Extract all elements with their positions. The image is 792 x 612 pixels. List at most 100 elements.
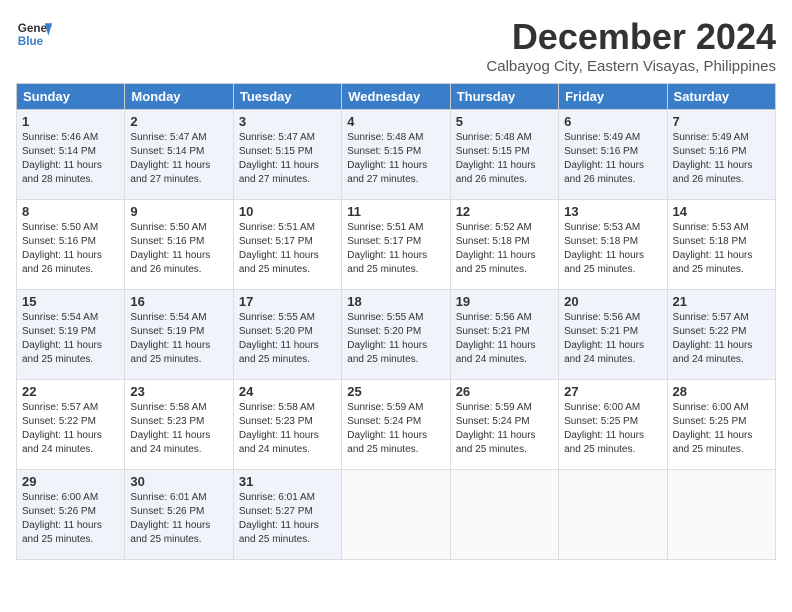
calendar-table: Sunday Monday Tuesday Wednesday Thursday…	[16, 83, 776, 560]
calendar-cell: 11 Sunrise: 5:51 AM Sunset: 5:17 PM Dayl…	[342, 200, 450, 290]
day-number: 15	[22, 294, 119, 309]
calendar-cell: 12 Sunrise: 5:52 AM Sunset: 5:18 PM Dayl…	[450, 200, 558, 290]
day-number: 11	[347, 204, 444, 219]
day-number: 1	[22, 114, 119, 129]
calendar-cell: 25 Sunrise: 5:59 AM Sunset: 5:24 PM Dayl…	[342, 380, 450, 470]
day-number: 25	[347, 384, 444, 399]
calendar-cell: 27 Sunrise: 6:00 AM Sunset: 5:25 PM Dayl…	[559, 380, 667, 470]
day-number: 8	[22, 204, 119, 219]
calendar-cell: 2 Sunrise: 5:47 AM Sunset: 5:14 PM Dayli…	[125, 110, 233, 200]
calendar-cell: 10 Sunrise: 5:51 AM Sunset: 5:17 PM Dayl…	[233, 200, 341, 290]
day-number: 27	[564, 384, 661, 399]
day-info: Sunrise: 5:47 AM Sunset: 5:14 PM Dayligh…	[130, 131, 227, 187]
day-info: Sunrise: 5:47 AM Sunset: 5:15 PM Dayligh…	[239, 131, 336, 187]
day-info: Sunrise: 5:54 AM Sunset: 5:19 PM Dayligh…	[22, 311, 119, 367]
day-number: 31	[239, 474, 336, 489]
day-number: 23	[130, 384, 227, 399]
day-info: Sunrise: 5:49 AM Sunset: 5:16 PM Dayligh…	[564, 131, 661, 187]
calendar-cell: 31 Sunrise: 6:01 AM Sunset: 5:27 PM Dayl…	[233, 470, 341, 560]
day-info: Sunrise: 5:55 AM Sunset: 5:20 PM Dayligh…	[347, 311, 444, 367]
day-number: 21	[673, 294, 770, 309]
calendar-cell: 19 Sunrise: 5:56 AM Sunset: 5:21 PM Dayl…	[450, 290, 558, 380]
calendar-cell: 30 Sunrise: 6:01 AM Sunset: 5:26 PM Dayl…	[125, 470, 233, 560]
calendar-cell: 5 Sunrise: 5:48 AM Sunset: 5:15 PM Dayli…	[450, 110, 558, 200]
day-info: Sunrise: 5:48 AM Sunset: 5:15 PM Dayligh…	[347, 131, 444, 187]
day-info: Sunrise: 6:00 AM Sunset: 5:25 PM Dayligh…	[564, 401, 661, 457]
day-number: 10	[239, 204, 336, 219]
title-area: December 2024 Calbayog City, Eastern Vis…	[486, 16, 776, 75]
calendar-cell	[667, 470, 775, 560]
calendar-cell: 8 Sunrise: 5:50 AM Sunset: 5:16 PM Dayli…	[17, 200, 125, 290]
day-number: 9	[130, 204, 227, 219]
day-info: Sunrise: 5:50 AM Sunset: 5:16 PM Dayligh…	[130, 221, 227, 277]
calendar-cell: 18 Sunrise: 5:55 AM Sunset: 5:20 PM Dayl…	[342, 290, 450, 380]
calendar-cell: 26 Sunrise: 5:59 AM Sunset: 5:24 PM Dayl…	[450, 380, 558, 470]
location-title: Calbayog City, Eastern Visayas, Philippi…	[486, 58, 776, 75]
calendar-cell: 6 Sunrise: 5:49 AM Sunset: 5:16 PM Dayli…	[559, 110, 667, 200]
day-info: Sunrise: 5:46 AM Sunset: 5:14 PM Dayligh…	[22, 131, 119, 187]
col-friday: Friday	[559, 84, 667, 110]
calendar-cell: 3 Sunrise: 5:47 AM Sunset: 5:15 PM Dayli…	[233, 110, 341, 200]
calendar-cell: 13 Sunrise: 5:53 AM Sunset: 5:18 PM Dayl…	[559, 200, 667, 290]
day-info: Sunrise: 5:57 AM Sunset: 5:22 PM Dayligh…	[673, 311, 770, 367]
col-wednesday: Wednesday	[342, 84, 450, 110]
calendar-cell	[559, 470, 667, 560]
calendar-cell: 24 Sunrise: 5:58 AM Sunset: 5:23 PM Dayl…	[233, 380, 341, 470]
svg-text:Blue: Blue	[18, 35, 44, 48]
calendar-cell: 21 Sunrise: 5:57 AM Sunset: 5:22 PM Dayl…	[667, 290, 775, 380]
day-info: Sunrise: 5:58 AM Sunset: 5:23 PM Dayligh…	[130, 401, 227, 457]
day-number: 29	[22, 474, 119, 489]
calendar-cell: 9 Sunrise: 5:50 AM Sunset: 5:16 PM Dayli…	[125, 200, 233, 290]
col-thursday: Thursday	[450, 84, 558, 110]
calendar-cell: 14 Sunrise: 5:53 AM Sunset: 5:18 PM Dayl…	[667, 200, 775, 290]
day-info: Sunrise: 5:59 AM Sunset: 5:24 PM Dayligh…	[347, 401, 444, 457]
day-info: Sunrise: 5:53 AM Sunset: 5:18 PM Dayligh…	[564, 221, 661, 277]
day-number: 16	[130, 294, 227, 309]
calendar-cell: 28 Sunrise: 6:00 AM Sunset: 5:25 PM Dayl…	[667, 380, 775, 470]
day-number: 2	[130, 114, 227, 129]
calendar-row: 29 Sunrise: 6:00 AM Sunset: 5:26 PM Dayl…	[17, 470, 776, 560]
day-info: Sunrise: 5:59 AM Sunset: 5:24 PM Dayligh…	[456, 401, 553, 457]
col-monday: Monday	[125, 84, 233, 110]
calendar-row: 1 Sunrise: 5:46 AM Sunset: 5:14 PM Dayli…	[17, 110, 776, 200]
calendar-row: 8 Sunrise: 5:50 AM Sunset: 5:16 PM Dayli…	[17, 200, 776, 290]
calendar-cell: 16 Sunrise: 5:54 AM Sunset: 5:19 PM Dayl…	[125, 290, 233, 380]
col-tuesday: Tuesday	[233, 84, 341, 110]
calendar-cell: 15 Sunrise: 5:54 AM Sunset: 5:19 PM Dayl…	[17, 290, 125, 380]
day-info: Sunrise: 5:54 AM Sunset: 5:19 PM Dayligh…	[130, 311, 227, 367]
calendar-cell: 20 Sunrise: 5:56 AM Sunset: 5:21 PM Dayl…	[559, 290, 667, 380]
day-number: 28	[673, 384, 770, 399]
day-info: Sunrise: 5:48 AM Sunset: 5:15 PM Dayligh…	[456, 131, 553, 187]
day-info: Sunrise: 5:49 AM Sunset: 5:16 PM Dayligh…	[673, 131, 770, 187]
day-number: 18	[347, 294, 444, 309]
day-number: 20	[564, 294, 661, 309]
day-info: Sunrise: 5:58 AM Sunset: 5:23 PM Dayligh…	[239, 401, 336, 457]
day-number: 5	[456, 114, 553, 129]
day-info: Sunrise: 5:50 AM Sunset: 5:16 PM Dayligh…	[22, 221, 119, 277]
calendar-cell: 1 Sunrise: 5:46 AM Sunset: 5:14 PM Dayli…	[17, 110, 125, 200]
day-number: 30	[130, 474, 227, 489]
calendar-cell	[342, 470, 450, 560]
day-number: 24	[239, 384, 336, 399]
day-number: 7	[673, 114, 770, 129]
calendar-cell: 17 Sunrise: 5:55 AM Sunset: 5:20 PM Dayl…	[233, 290, 341, 380]
calendar-cell: 22 Sunrise: 5:57 AM Sunset: 5:22 PM Dayl…	[17, 380, 125, 470]
day-info: Sunrise: 6:01 AM Sunset: 5:27 PM Dayligh…	[239, 491, 336, 547]
logo: General Blue	[16, 16, 52, 52]
calendar-cell: 7 Sunrise: 5:49 AM Sunset: 5:16 PM Dayli…	[667, 110, 775, 200]
day-info: Sunrise: 6:00 AM Sunset: 5:25 PM Dayligh…	[673, 401, 770, 457]
day-number: 13	[564, 204, 661, 219]
col-sunday: Sunday	[17, 84, 125, 110]
day-info: Sunrise: 5:56 AM Sunset: 5:21 PM Dayligh…	[564, 311, 661, 367]
day-info: Sunrise: 6:01 AM Sunset: 5:26 PM Dayligh…	[130, 491, 227, 547]
day-info: Sunrise: 5:53 AM Sunset: 5:18 PM Dayligh…	[673, 221, 770, 277]
header: General Blue December 2024 Calbayog City…	[16, 16, 776, 75]
calendar-cell: 29 Sunrise: 6:00 AM Sunset: 5:26 PM Dayl…	[17, 470, 125, 560]
day-number: 26	[456, 384, 553, 399]
calendar-cell: 4 Sunrise: 5:48 AM Sunset: 5:15 PM Dayli…	[342, 110, 450, 200]
day-info: Sunrise: 5:52 AM Sunset: 5:18 PM Dayligh…	[456, 221, 553, 277]
day-info: Sunrise: 5:56 AM Sunset: 5:21 PM Dayligh…	[456, 311, 553, 367]
day-info: Sunrise: 5:57 AM Sunset: 5:22 PM Dayligh…	[22, 401, 119, 457]
day-number: 22	[22, 384, 119, 399]
day-number: 4	[347, 114, 444, 129]
